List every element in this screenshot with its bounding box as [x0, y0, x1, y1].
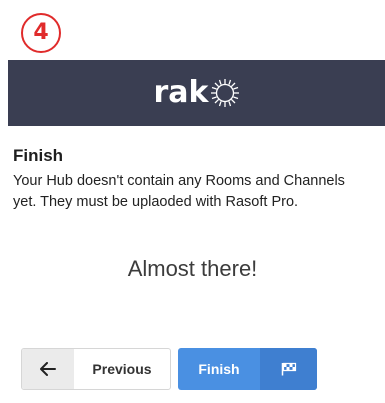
step-number-badge: 4	[21, 13, 61, 53]
app-header: rak	[8, 60, 385, 126]
arrow-left-icon	[22, 349, 74, 389]
page-title: Finish	[13, 146, 64, 165]
status-message: Almost there!	[127, 256, 258, 281]
finish-button[interactable]: Finish	[178, 348, 317, 390]
flag-checkered-icon	[260, 348, 317, 390]
logo-text: rak	[153, 75, 209, 110]
step-number: 4	[33, 20, 49, 45]
previous-button[interactable]: Previous	[21, 348, 171, 390]
finish-button-label: Finish	[198, 361, 240, 377]
previous-button-label: Previous	[92, 361, 152, 377]
finish-description: Your Hub doesn't contain any Rooms and C…	[13, 173, 345, 210]
finish-content: Finish Your Hub doesn't contain any Room…	[13, 145, 373, 213]
rako-logo: rak	[154, 78, 240, 108]
starburst-logo-icon	[210, 79, 239, 107]
